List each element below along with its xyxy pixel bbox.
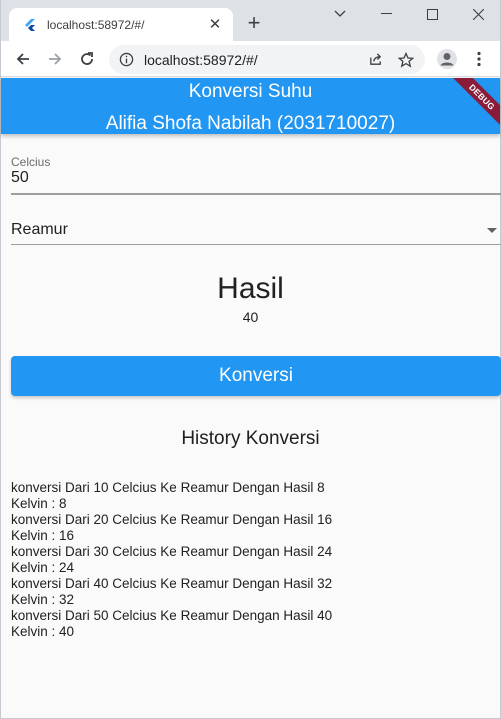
history-item: konversi Dari 20 Celcius Ke Reamur Denga… [11, 512, 491, 544]
history-item-kelvin: Kelvin : 40 [11, 624, 75, 639]
result-heading: Hasil [217, 272, 284, 305]
tab-strip: localhost:58972/#/ ✕ + [1, 0, 500, 41]
url-text: localhost:58972/#/ [144, 51, 258, 68]
convert-button[interactable]: Konversi [11, 356, 501, 396]
bookmark-star-icon[interactable] [392, 45, 420, 74]
reload-icon[interactable] [73, 45, 101, 73]
history-item-kelvin: Kelvin : 32 [11, 592, 75, 607]
history-list: konversi Dari 10 Celcius Ke Reamur Denga… [11, 480, 491, 640]
address-bar[interactable]: localhost:58972/#/ [109, 45, 425, 74]
history-item: konversi Dari 50 Celcius Ke Reamur Denga… [11, 608, 491, 640]
history-item-text: konversi Dari 20 Celcius Ke Reamur Denga… [11, 512, 333, 527]
dropdown-selected-value: Reamur [11, 221, 68, 238]
window-close-icon[interactable] [455, 0, 501, 28]
minimize-icon[interactable] [363, 0, 409, 28]
maximize-icon[interactable] [409, 0, 455, 28]
chevron-down-icon[interactable] [317, 0, 363, 28]
history-title: History Konversi [181, 428, 320, 449]
app-bar: Konversi Suhu Alifia Shofa Nabilah (2031… [1, 78, 500, 134]
history-item-kelvin: Kelvin : 8 [11, 496, 67, 511]
browser-toolbar: localhost:58972/#/ [1, 41, 500, 77]
celcius-field-label: Celcius [11, 155, 51, 169]
input-underline [11, 193, 501, 195]
browser-window: localhost:58972/#/ ✕ + localhost:58972/#… [0, 0, 501, 719]
flutter-icon [25, 18, 35, 31]
history-item-text: konversi Dari 50 Celcius Ke Reamur Denga… [11, 608, 333, 623]
history-item-kelvin: Kelvin : 24 [11, 560, 75, 575]
history-item-kelvin: Kelvin : 16 [11, 528, 75, 543]
history-item-text: konversi Dari 30 Celcius Ke Reamur Denga… [11, 544, 333, 559]
share-icon[interactable] [361, 45, 389, 74]
tab-title: localhost:58972/#/ [47, 17, 145, 32]
close-tab-icon[interactable]: ✕ [207, 16, 223, 33]
history-item: konversi Dari 40 Celcius Ke Reamur Denga… [11, 576, 491, 608]
result-value: 40 [242, 309, 259, 325]
app-title: Konversi Suhu [188, 81, 313, 102]
more-menu-icon[interactable] [465, 45, 493, 73]
history-item-text: konversi Dari 10 Celcius Ke Reamur Denga… [11, 480, 325, 495]
history-item-text: konversi Dari 40 Celcius Ke Reamur Denga… [11, 576, 333, 591]
history-item: konversi Dari 10 Celcius Ke Reamur Denga… [11, 480, 491, 512]
celcius-input[interactable]: 50 [11, 169, 29, 187]
new-tab-button[interactable]: + [242, 12, 266, 36]
info-icon[interactable] [119, 52, 134, 67]
browser-tab[interactable]: localhost:58972/#/ ✕ [9, 8, 233, 41]
profile-avatar-icon[interactable] [433, 45, 461, 73]
dropdown-arrow-icon[interactable] [487, 227, 497, 233]
dropdown-underline [11, 244, 501, 245]
back-arrow-icon[interactable] [9, 45, 37, 73]
unit-dropdown[interactable]: Reamur [11, 216, 501, 244]
forward-arrow-icon[interactable] [41, 45, 69, 73]
app-subtitle: Alifia Shofa Nabilah (2031710027) [105, 113, 396, 134]
history-item: konversi Dari 30 Celcius Ke Reamur Denga… [11, 544, 491, 576]
